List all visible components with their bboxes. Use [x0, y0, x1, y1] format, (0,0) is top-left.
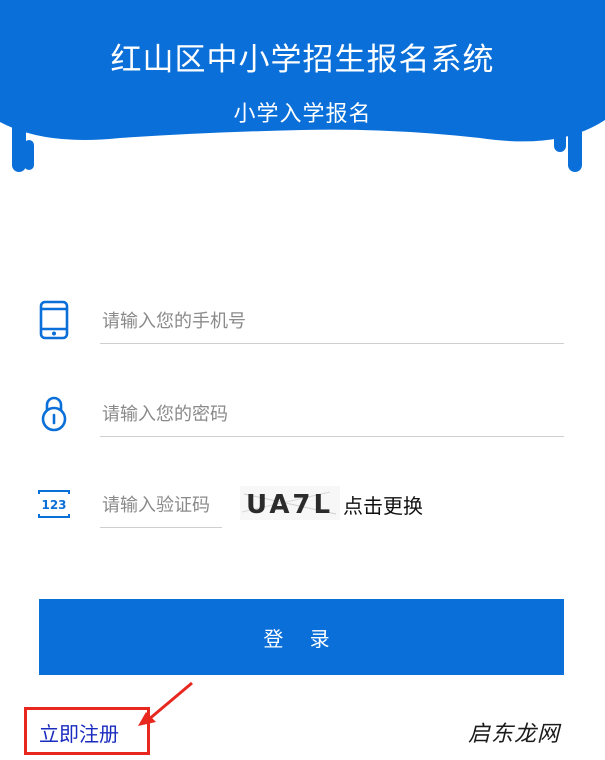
refresh-captcha-link[interactable]: 点击更换 [343, 490, 423, 519]
page-subtitle: 小学入学报名 [233, 102, 372, 127]
number-123-icon: 123 [38, 490, 70, 518]
password-input[interactable] [100, 392, 564, 437]
phone-input[interactable] [100, 300, 564, 344]
phone-icon [39, 300, 69, 340]
svg-text:123: 123 [41, 498, 66, 512]
captcha-input[interactable] [100, 484, 222, 528]
annotation-arrow-icon [138, 681, 193, 726]
header-background [0, 0, 605, 172]
register-link[interactable]: 立即注册 [39, 718, 119, 747]
watermark-text: 启东龙网 [468, 722, 561, 747]
login-button[interactable]: 登 录 [39, 599, 564, 675]
captcha-image[interactable]: UA7L [240, 486, 340, 520]
header-banner: 红山区中小学招生报名系统 小学入学报名 [0, 0, 605, 175]
captcha-text: UA7L [246, 490, 333, 520]
lock-icon [41, 396, 67, 432]
page-title: 红山区中小学招生报名系统 [110, 42, 495, 78]
